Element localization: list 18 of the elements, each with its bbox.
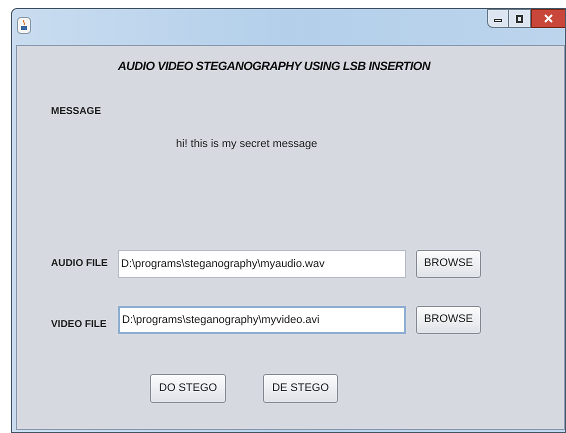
minimize-icon: [494, 19, 502, 22]
message-text: hi! this is my secret message: [176, 137, 318, 152]
minimize-button[interactable]: [487, 9, 509, 28]
maximize-icon: [516, 14, 523, 22]
browse-button[interactable]: BROWSE: [416, 306, 481, 334]
java-cup-icon: [17, 17, 31, 34]
close-icon: [544, 14, 553, 23]
app-heading: AUDIO VIDEO STEGANOGRAPHY USING LSB INSERTION: [116, 58, 432, 75]
file-path-field[interactable]: D:\programs\steganography\myvideo.avi: [118, 306, 406, 334]
file-path-field[interactable]: D:\programs\steganography\myaudio.wav: [118, 250, 406, 278]
maximize-button[interactable]: [509, 9, 531, 28]
field-label: AUDIO FILE: [51, 257, 109, 271]
close-button[interactable]: [531, 9, 565, 28]
browse-button[interactable]: BROWSE: [416, 250, 481, 278]
de-stego-button[interactable]: DE STEGO: [263, 374, 338, 402]
message-label: MESSAGE: [51, 105, 102, 119]
field-label: VIDEO FILE: [51, 318, 108, 332]
do-stego-button[interactable]: DO STEGO: [150, 374, 226, 402]
